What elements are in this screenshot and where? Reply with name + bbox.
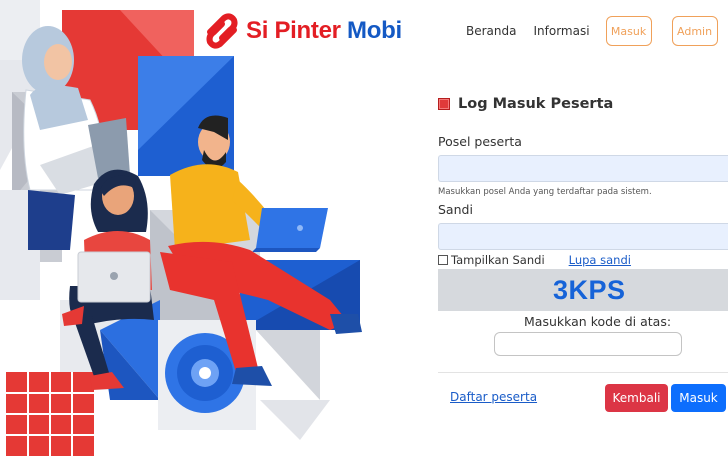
back-button[interactable]: Kembali	[605, 384, 668, 412]
divider	[438, 372, 728, 373]
sandi-label: Sandi	[438, 202, 473, 217]
nav-beranda[interactable]: Beranda	[466, 24, 516, 38]
brand-name: Si Pinter Mobi	[246, 17, 402, 45]
captcha-text: 3KPS	[553, 274, 626, 305]
hero-illustration	[0, 0, 420, 461]
brand-logo[interactable]: Si Pinter Mobi	[198, 8, 408, 54]
nav-admin-button[interactable]: Admin	[671, 16, 718, 46]
posel-label: Posel peserta	[438, 134, 522, 149]
brand-name-part1: Si Pinter	[246, 17, 348, 44]
people-with-laptops-illustration	[0, 0, 420, 461]
posel-help-text: Masukkan posel Anda yang terdaftar pada …	[438, 187, 652, 197]
captcha-input[interactable]	[494, 332, 682, 356]
brand-name-part2: Mobi	[347, 17, 402, 44]
login-title-row: Log Masuk Peserta	[438, 92, 728, 116]
sandi-input[interactable]	[438, 223, 728, 250]
nav-informasi[interactable]: Informasi	[533, 24, 589, 38]
si-pinter-logo-icon	[206, 13, 238, 49]
login-title: Log Masuk Peserta	[458, 96, 614, 112]
show-password-label[interactable]: Tampilkan Sandi	[451, 253, 545, 267]
captcha-prompt: Masukkan kode di atas:	[524, 314, 672, 329]
submit-button[interactable]: Masuk	[671, 384, 726, 412]
top-nav: Beranda Informasi Masuk Admin	[460, 14, 718, 48]
captcha-image: 3KPS	[438, 269, 728, 311]
register-link[interactable]: Daftar peserta	[450, 390, 537, 404]
show-password-row: Tampilkan Sandi Lupa sandi	[438, 252, 631, 268]
red-square-icon	[438, 98, 450, 110]
posel-input[interactable]	[438, 155, 728, 182]
login-panel: Log Masuk Peserta Posel peserta Masukkan…	[438, 92, 728, 412]
show-password-checkbox[interactable]	[438, 255, 448, 265]
forgot-password-link[interactable]: Lupa sandi	[569, 253, 631, 267]
nav-masuk-button[interactable]: Masuk	[605, 16, 652, 46]
